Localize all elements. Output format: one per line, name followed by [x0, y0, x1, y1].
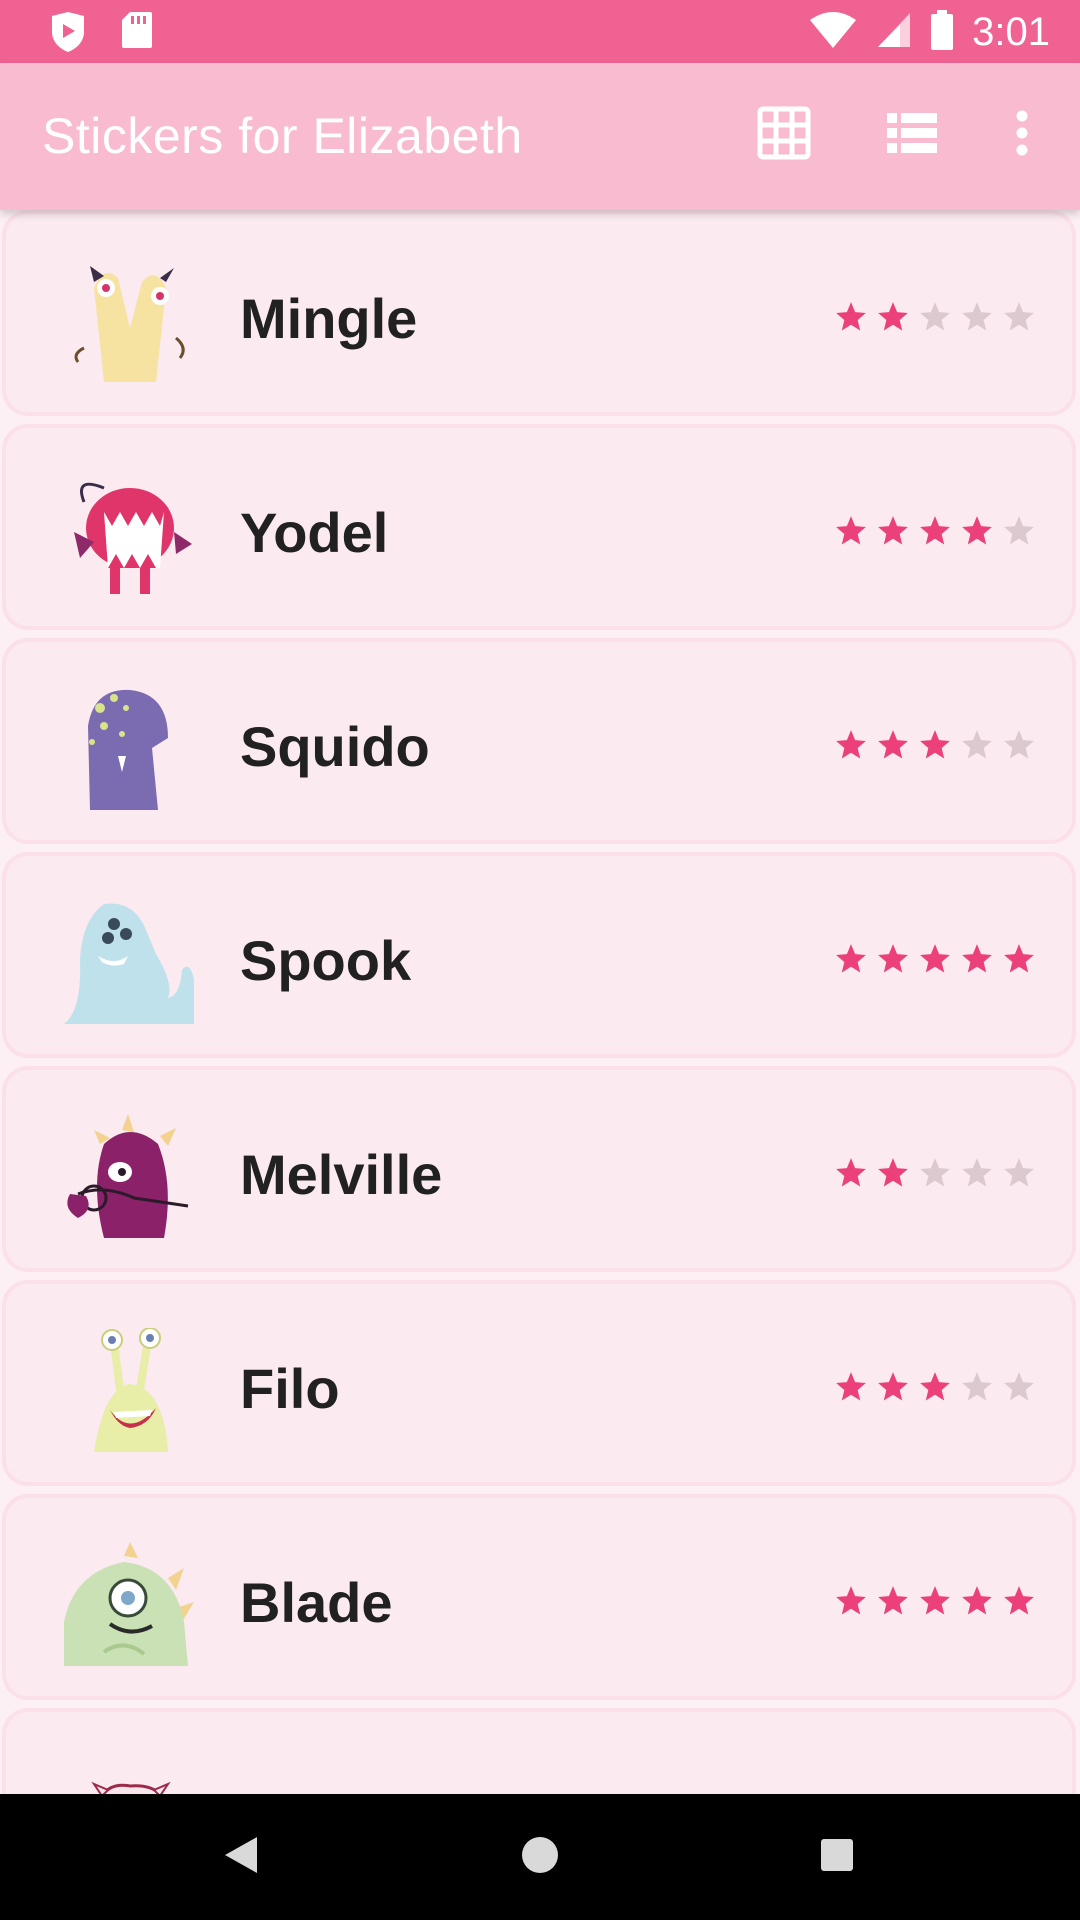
list-view-button[interactable]	[880, 103, 944, 167]
star-filled-icon	[962, 1586, 992, 1615]
sticker-name: Blade	[240, 1571, 393, 1634]
star-filled-icon	[836, 1158, 866, 1187]
star-filled-icon	[878, 516, 908, 545]
star-rating	[834, 1370, 1036, 1404]
battery-icon	[930, 9, 954, 55]
sticker-name: Melville	[240, 1143, 443, 1206]
star-empty-icon	[962, 1158, 992, 1187]
play-shield-icon	[48, 10, 88, 59]
star-rating	[834, 1584, 1036, 1618]
star-filled-icon	[1004, 944, 1034, 973]
star-filled-icon	[962, 944, 992, 973]
home-button[interactable]	[507, 1824, 573, 1890]
star-filled-icon	[920, 1586, 950, 1615]
filo-monster-icon	[64, 1327, 196, 1452]
sticker-card-spook[interactable]: Spook	[2, 852, 1076, 1058]
star-filled-icon	[836, 944, 866, 973]
star-filled-icon	[836, 730, 866, 759]
back-icon	[223, 1835, 259, 1880]
back-button[interactable]	[208, 1824, 274, 1890]
sticker-card-yodel[interactable]: Yodel	[2, 424, 1076, 630]
home-icon	[520, 1835, 560, 1880]
partial-monster-icon	[64, 1756, 196, 1794]
star-filled-icon	[1004, 1586, 1034, 1615]
star-empty-icon	[962, 1372, 992, 1401]
sticker-card-mingle[interactable]: Mingle	[2, 210, 1076, 416]
star-empty-icon	[1004, 1158, 1034, 1187]
melville-monster-icon	[64, 1114, 196, 1238]
blade-monster-icon	[64, 1542, 196, 1666]
star-filled-icon	[920, 944, 950, 973]
star-empty-icon	[1004, 1372, 1034, 1401]
star-empty-icon	[962, 730, 992, 759]
star-empty-icon	[1004, 516, 1034, 545]
sticker-card-squido[interactable]: Squido	[2, 638, 1076, 844]
list-view-icon	[887, 112, 937, 158]
star-filled-icon	[836, 516, 866, 545]
recents-button[interactable]	[804, 1824, 870, 1890]
grid-view-button[interactable]	[752, 103, 816, 167]
star-rating	[834, 728, 1036, 762]
sticker-name: Yodel	[240, 501, 389, 564]
star-empty-icon	[920, 302, 950, 331]
sticker-name: Mingle	[240, 287, 418, 350]
sticker-name: Squido	[240, 715, 430, 778]
clock: 3:01	[972, 10, 1050, 54]
star-empty-icon	[1004, 302, 1034, 331]
sticker-card-partial[interactable]	[2, 1708, 1076, 1794]
mingle-monster-icon	[64, 258, 196, 382]
sticker-card-filo[interactable]: Filo	[2, 1280, 1076, 1486]
star-filled-icon	[920, 1372, 950, 1401]
app-bar: Stickers for Elizabeth	[0, 63, 1080, 210]
star-filled-icon	[962, 516, 992, 545]
star-filled-icon	[878, 302, 908, 331]
star-empty-icon	[962, 302, 992, 331]
star-filled-icon	[920, 730, 950, 759]
spook-monster-icon	[64, 900, 196, 1024]
star-filled-icon	[878, 730, 908, 759]
star-filled-icon	[878, 1372, 908, 1401]
star-filled-icon	[920, 516, 950, 545]
sticker-card-melville[interactable]: Melville	[2, 1066, 1076, 1272]
star-empty-icon	[1004, 730, 1034, 759]
star-rating	[834, 514, 1036, 548]
overflow-menu-button[interactable]	[990, 103, 1054, 167]
yodel-monster-icon	[64, 472, 196, 596]
wifi-icon	[808, 10, 858, 55]
sticker-name: Spook	[240, 929, 412, 992]
star-filled-icon	[836, 1372, 866, 1401]
app-title: Stickers for Elizabeth	[42, 108, 523, 164]
squido-monster-icon	[64, 686, 196, 810]
navigation-bar	[0, 1794, 1080, 1920]
status-bar: 3:01	[0, 0, 1080, 63]
grid-view-icon	[757, 106, 811, 165]
star-rating	[834, 1156, 1036, 1190]
more-vert-icon	[1015, 110, 1029, 161]
sticker-name: Filo	[240, 1357, 340, 1420]
star-filled-icon	[836, 1586, 866, 1615]
recents-icon	[819, 1837, 855, 1878]
sticker-list[interactable]: Mingle Yodel Squido Spook Melville Filo …	[0, 210, 1080, 1794]
star-rating	[834, 300, 1036, 334]
star-filled-icon	[878, 944, 908, 973]
cell-signal-icon	[876, 11, 912, 54]
star-rating	[834, 942, 1036, 976]
star-filled-icon	[878, 1586, 908, 1615]
sd-card-icon	[120, 10, 154, 59]
star-empty-icon	[920, 1158, 950, 1187]
star-filled-icon	[878, 1158, 908, 1187]
sticker-card-blade[interactable]: Blade	[2, 1494, 1076, 1700]
star-filled-icon	[836, 302, 866, 331]
